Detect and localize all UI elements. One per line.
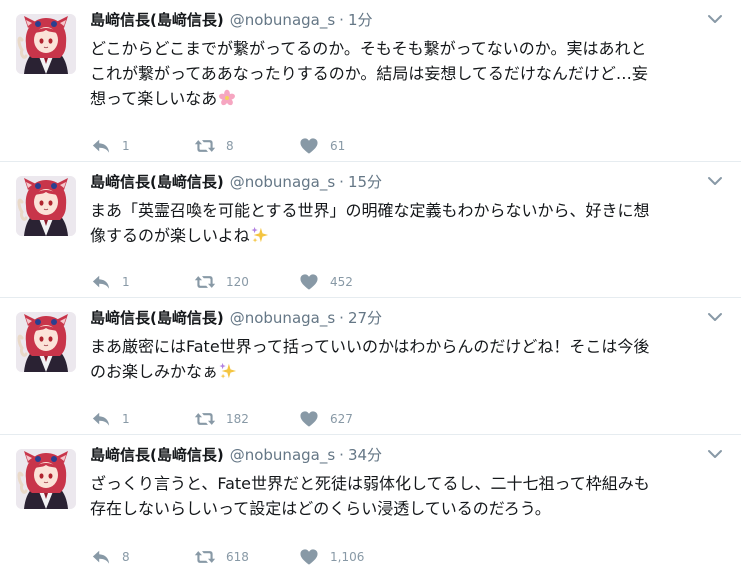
separator-dot: · [339,11,344,29]
tweet-header: 島﨑信長(島﨑信長) @nobunaga_s · 15分 [90,170,723,194]
retweet-button[interactable]: 120 [194,273,298,291]
tweet[interactable]: 島﨑信長(島﨑信長) @nobunaga_s · 27分 まあ厳密にはFate世界って… [0,298,741,435]
separator-dot: · [339,446,344,464]
retweet-button[interactable]: 182 [194,410,298,428]
avatar[interactable] [16,14,76,74]
tweet-actions: 8 618 1,106 [90,547,402,567]
like-count: 61 [330,139,346,153]
tweet-header: 島﨑信長(島﨑信長) @nobunaga_s · 27分 [90,306,723,330]
retweet-button[interactable]: 618 [194,548,298,566]
tweet-text-body: ざっくり言うと、Fate世界だと死徒は弱体化してるし、二十七祖って枠組みも 存在… [90,474,650,518]
tweet-actions: 1 120 452 [90,272,402,292]
heart-icon [298,273,320,291]
retweet-button[interactable]: 8 [194,137,298,155]
tweet-actions: 1 182 627 [90,409,402,429]
avatar[interactable] [16,312,76,372]
reply-button[interactable]: 8 [90,548,194,566]
retweet-count: 120 [226,275,249,289]
chevron-down-icon[interactable] [707,447,723,461]
like-button[interactable]: 452 [298,273,402,291]
avatar[interactable] [16,176,76,236]
display-name[interactable]: 島﨑信長(島﨑信長) [90,173,224,191]
retweet-icon [194,548,216,566]
tweet[interactable]: 島﨑信長(島﨑信長) @nobunaga_s · 15分 まあ「英霊召喚を可能とする世… [0,162,741,298]
reply-button[interactable]: 1 [90,137,194,155]
tweet-text-body: どこからどこまでが繋がってるのか。そもそも繋がってないのか。実はあれと これが繋… [90,39,648,108]
tweet-header: 島﨑信長(島﨑信長) @nobunaga_s · 34分 [90,443,723,467]
tweet-text-body: まあ「英霊召喚を可能とする世界」の明確な定義もわからないから、好きに想 像するの… [90,201,650,245]
reply-icon [90,137,112,155]
avatar[interactable] [16,449,76,509]
retweet-count: 618 [226,550,249,564]
heart-icon [298,548,320,566]
like-button[interactable]: 1,106 [298,548,402,566]
tweet-text-body: まあ厳密にはFate世界って括っていいのかはわからんのだけどね！そこは今後 のお… [90,337,650,381]
tweet-text: まあ厳密にはFate世界って括っていいのかはわからんのだけどね！そこは今後 のお… [90,334,723,384]
heart-icon [298,410,320,428]
like-count: 627 [330,412,353,426]
tweet[interactable]: 島﨑信長(島﨑信長) @nobunaga_s · 34分 ざっくり言うと、Fate世界… [0,435,741,573]
timestamp[interactable]: 1分 [348,11,373,29]
user-handle[interactable]: @nobunaga_s [230,173,335,191]
display-name[interactable]: 島﨑信長(島﨑信長) [90,11,224,29]
timestamp[interactable]: 27分 [348,309,382,327]
chevron-down-icon[interactable] [707,174,723,188]
retweet-count: 182 [226,412,249,426]
heart-icon [298,137,320,155]
like-count: 452 [330,275,353,289]
tweet-text: まあ「英霊召喚を可能とする世界」の明確な定義もわからないから、好きに想 像するの… [90,198,723,248]
retweet-icon [194,273,216,291]
reply-button[interactable]: 1 [90,273,194,291]
timeline: 島﨑信長(島﨑信長) @nobunaga_s · 1分 どこからどこまでが繋がってるの… [0,0,741,573]
reply-icon [90,548,112,566]
retweet-icon [194,410,216,428]
user-handle[interactable]: @nobunaga_s [230,11,335,29]
sparkles-emoji [251,226,269,244]
like-button[interactable]: 61 [298,137,402,155]
timestamp[interactable]: 34分 [348,446,382,464]
tweet-text: ざっくり言うと、Fate世界だと死徒は弱体化してるし、二十七祖って枠組みも 存在… [90,471,723,521]
reply-count: 8 [122,550,130,564]
reply-icon [90,410,112,428]
sparkles-emoji [219,362,237,380]
chevron-down-icon[interactable] [707,12,723,26]
timestamp[interactable]: 15分 [348,173,382,191]
retweet-count: 8 [226,139,234,153]
separator-dot: · [339,173,344,191]
tweet[interactable]: 島﨑信長(島﨑信長) @nobunaga_s · 1分 どこからどこまでが繋がってるの… [0,0,741,162]
like-count: 1,106 [330,550,365,564]
tweet-header: 島﨑信長(島﨑信長) @nobunaga_s · 1分 [90,8,723,32]
cherry-blossom-emoji [218,89,236,107]
reply-count: 1 [122,275,130,289]
reply-button[interactable]: 1 [90,410,194,428]
like-button[interactable]: 627 [298,410,402,428]
chevron-down-icon[interactable] [707,310,723,324]
tweet-actions: 1 8 61 [90,136,402,156]
reply-count: 1 [122,139,130,153]
reply-icon [90,273,112,291]
reply-count: 1 [122,412,130,426]
user-handle[interactable]: @nobunaga_s [230,309,335,327]
display-name[interactable]: 島﨑信長(島﨑信長) [90,309,224,327]
display-name[interactable]: 島﨑信長(島﨑信長) [90,446,224,464]
retweet-icon [194,137,216,155]
separator-dot: · [339,309,344,327]
user-handle[interactable]: @nobunaga_s [230,446,335,464]
tweet-text: どこからどこまでが繋がってるのか。そもそも繋がってないのか。実はあれと これが繋… [90,36,723,111]
